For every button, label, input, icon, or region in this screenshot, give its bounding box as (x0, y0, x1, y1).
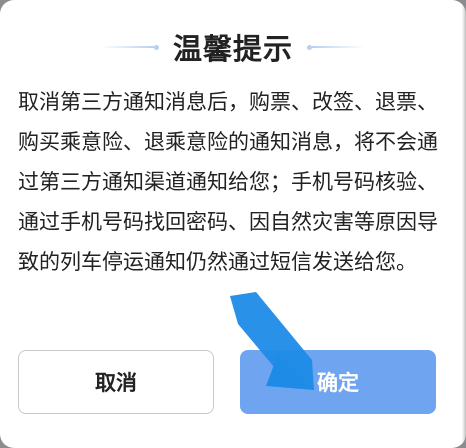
title-decoration-right (307, 44, 365, 50)
notice-dialog: 温馨提示 取消第三方通知消息后，购票、改签、退票、购买乘意险、退乘意险的通知消息… (0, 0, 466, 448)
title-decoration-left (100, 44, 159, 50)
watermark-text: Bai度 经验 (373, 422, 456, 441)
cancel-button[interactable]: 取消 (18, 350, 214, 414)
dialog-header: 温馨提示 (0, 22, 466, 72)
baidu-jingyan-watermark: Bai度 经验 (374, 418, 456, 442)
confirm-button[interactable]: 确定 (240, 350, 436, 414)
dialog-message: 取消第三方通知消息后，购票、改签、退票、购买乘意险、退乘意险的通知消息，将不会通… (18, 90, 438, 274)
dialog-title: 温馨提示 (172, 32, 293, 66)
